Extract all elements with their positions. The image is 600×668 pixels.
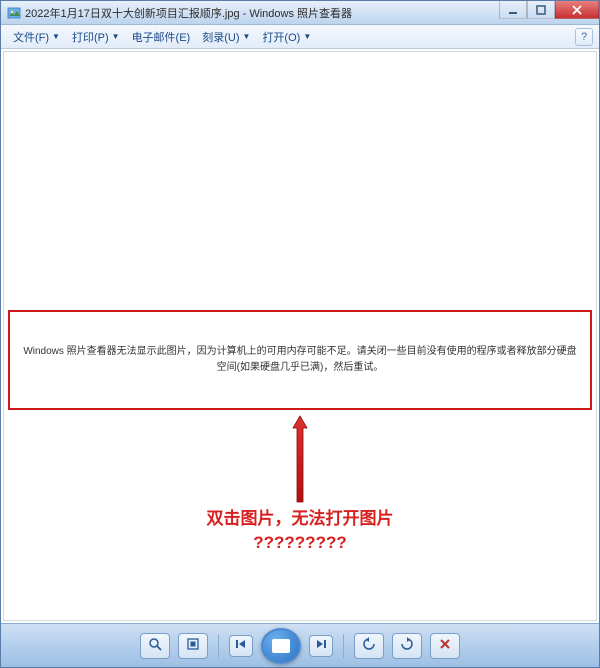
chevron-down-icon: ▼ [52, 32, 60, 41]
menubar: 文件(F) ▼ 打印(P) ▼ 电子邮件(E) 刻录(U) ▼ 打开(O) ▼ … [1, 25, 599, 49]
fit-icon [186, 637, 200, 654]
slideshow-icon [272, 639, 290, 653]
menu-file-label: 文件(F) [13, 29, 49, 45]
menu-open[interactable]: 打开(O) ▼ [256, 27, 317, 47]
toolbar [1, 623, 599, 667]
slideshow-button[interactable] [261, 628, 301, 664]
next-icon [315, 638, 327, 653]
close-button[interactable] [555, 1, 599, 19]
delete-icon [439, 638, 451, 653]
menu-email[interactable]: 电子邮件(E) [126, 27, 197, 47]
delete-button[interactable] [430, 633, 460, 659]
window: 2022年1月17日双十大创新项目汇报顺序.jpg - Windows 照片查看… [0, 0, 600, 668]
error-message: Windows 照片查看器无法显示此图片，因为计算机上的可用内存可能不足。请关闭… [20, 344, 580, 376]
titlebar[interactable]: 2022年1月17日双十大创新项目汇报顺序.jpg - Windows 照片查看… [1, 1, 599, 25]
fit-button[interactable] [178, 633, 208, 659]
menu-file[interactable]: 文件(F) ▼ [7, 27, 66, 47]
next-button[interactable] [309, 635, 333, 657]
rotate-cw-icon [400, 637, 414, 654]
separator [218, 634, 219, 658]
annotation-arrow [290, 414, 310, 504]
rotate-ccw-button[interactable] [354, 633, 384, 659]
menu-open-label: 打开(O) [262, 29, 300, 45]
app-icon [7, 6, 21, 20]
chevron-down-icon: ▼ [112, 32, 120, 41]
annotation-line1: 双击图片，无法打开图片 [207, 507, 394, 531]
menu-burn-label: 刻录(U) [202, 29, 239, 45]
content-area: Windows 照片查看器无法显示此图片，因为计算机上的可用内存可能不足。请关闭… [3, 51, 597, 621]
help-icon: ? [581, 31, 587, 43]
prev-icon [235, 638, 247, 653]
separator [343, 634, 344, 658]
annotation-line2: ????????? [207, 531, 394, 555]
window-title: 2022年1月17日双十大创新项目汇报顺序.jpg - Windows 照片查看… [25, 5, 499, 21]
minimize-button[interactable] [499, 1, 527, 19]
rotate-ccw-icon [362, 637, 376, 654]
menu-email-label: 电子邮件(E) [132, 29, 191, 45]
zoom-button[interactable] [140, 633, 170, 659]
menu-print[interactable]: 打印(P) ▼ [66, 27, 126, 47]
magnifier-icon [148, 637, 162, 654]
menu-burn[interactable]: 刻录(U) ▼ [196, 27, 256, 47]
error-highlight-box: Windows 照片查看器无法显示此图片，因为计算机上的可用内存可能不足。请关闭… [8, 310, 592, 410]
window-controls [499, 1, 599, 24]
prev-button[interactable] [229, 635, 253, 657]
chevron-down-icon: ▼ [303, 32, 311, 41]
rotate-cw-button[interactable] [392, 633, 422, 659]
chevron-down-icon: ▼ [243, 32, 251, 41]
menu-print-label: 打印(P) [72, 29, 109, 45]
help-button[interactable]: ? [575, 28, 593, 46]
annotation-text: 双击图片，无法打开图片 ????????? [207, 507, 394, 555]
maximize-button[interactable] [527, 1, 555, 19]
